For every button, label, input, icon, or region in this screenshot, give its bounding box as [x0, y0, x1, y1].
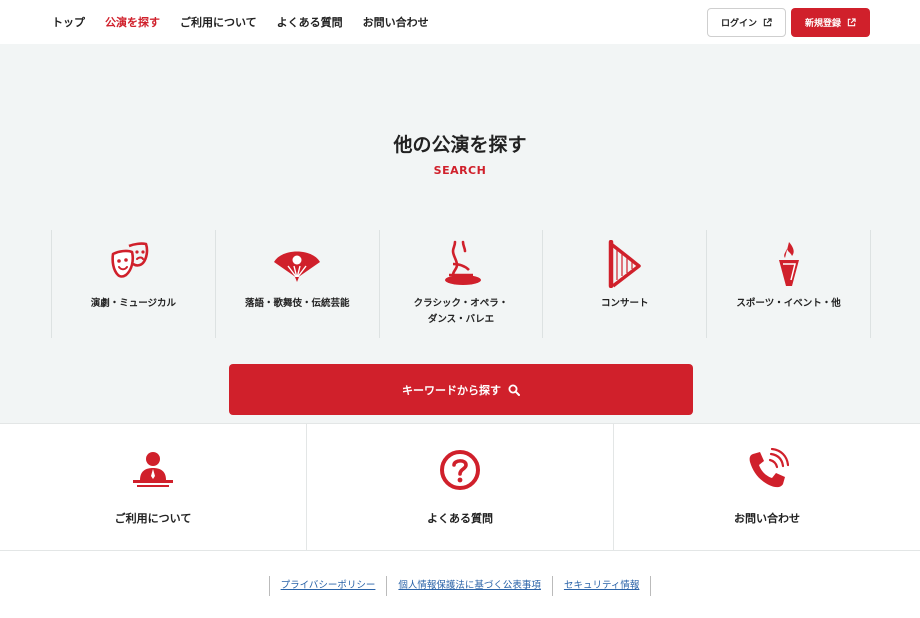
keyword-search-button[interactable]: キーワードから探す: [229, 364, 693, 415]
theater-masks-icon: [109, 240, 157, 288]
nav-contact[interactable]: お問い合わせ: [363, 14, 429, 30]
nav-usage-guide[interactable]: ご利用について: [180, 14, 257, 30]
footer-personal-info-link[interactable]: 個人情報保護法に基づく公表事項: [386, 576, 552, 596]
torch-icon: [774, 240, 804, 288]
question-circle-icon: [439, 446, 481, 494]
footer-security-link[interactable]: セキュリティ情報: [551, 576, 652, 596]
category-list: 演劇・ミュージカル 落語・歌舞伎・伝統芸能 クラシック・オペラ・ ダンス・バレエ…: [51, 230, 871, 338]
search-title: 他の公演を探す: [393, 134, 527, 156]
site-header: トップ 公演を探す ご利用について よくある質問 お問い合わせ ログイン 新規登…: [0, 0, 920, 44]
category-sports-events[interactable]: スポーツ・イベント・他: [707, 230, 871, 338]
info-label: ご利用について: [114, 512, 192, 525]
category-traditional-arts[interactable]: 落語・歌舞伎・伝統芸能: [216, 230, 380, 338]
search-icon: [508, 384, 520, 396]
category-label: クラシック・オペラ・ ダンス・バレエ: [413, 298, 509, 325]
info-contact[interactable]: お問い合わせ: [614, 424, 920, 550]
category-label: スポーツ・イベント・他: [736, 298, 841, 309]
footer-links: プライバシーポリシー 個人情報保護法に基づく公表事項 セキュリティ情報: [0, 576, 920, 596]
info-usage-guide[interactable]: ご利用について: [0, 424, 307, 550]
phone-ringing-icon: [745, 446, 789, 494]
category-label: 演劇・ミュージカル: [90, 298, 177, 309]
search-section: 他の公演を探す SEARCH 演劇・ミュージカル 落語・歌舞伎・伝統芸能 クラシ…: [0, 44, 920, 423]
nav-faq[interactable]: よくある質問: [277, 14, 343, 30]
keyword-search-label: キーワードから探す: [402, 383, 501, 397]
login-button[interactable]: ログイン: [707, 7, 786, 37]
nav-top[interactable]: トップ: [52, 14, 85, 30]
header-actions: ログイン 新規登録: [707, 7, 870, 37]
info-label: お問い合わせ: [734, 512, 800, 525]
category-concert[interactable]: コンサート: [543, 230, 708, 338]
footer-privacy-policy-link[interactable]: プライバシーポリシー: [268, 576, 387, 596]
folding-fan-icon: [272, 240, 322, 288]
search-subtitle: SEARCH: [433, 164, 487, 177]
info-section: ご利用について よくある質問 お問い合わせ: [0, 423, 920, 551]
receptionist-icon: [131, 446, 175, 494]
category-classic-opera-ballet[interactable]: クラシック・オペラ・ ダンス・バレエ: [380, 230, 544, 338]
category-label: 落語・歌舞伎・伝統芸能: [244, 298, 350, 309]
nav-search-performances[interactable]: 公演を探す: [105, 14, 160, 30]
category-theater-musical[interactable]: 演劇・ミュージカル: [52, 230, 216, 338]
info-label: よくある質問: [427, 512, 493, 525]
external-link-icon: [763, 17, 772, 26]
external-link-icon: [847, 17, 856, 26]
register-button[interactable]: 新規登録: [791, 7, 870, 37]
login-label: ログイン: [720, 18, 757, 29]
harp-icon: [605, 240, 645, 288]
register-label: 新規登録: [804, 18, 841, 29]
ballet-dancer-icon: [437, 240, 485, 288]
category-label: コンサート: [601, 298, 649, 309]
info-faq[interactable]: よくある質問: [307, 424, 614, 550]
main-nav: トップ 公演を探す ご利用について よくある質問 お問い合わせ: [52, 14, 429, 30]
